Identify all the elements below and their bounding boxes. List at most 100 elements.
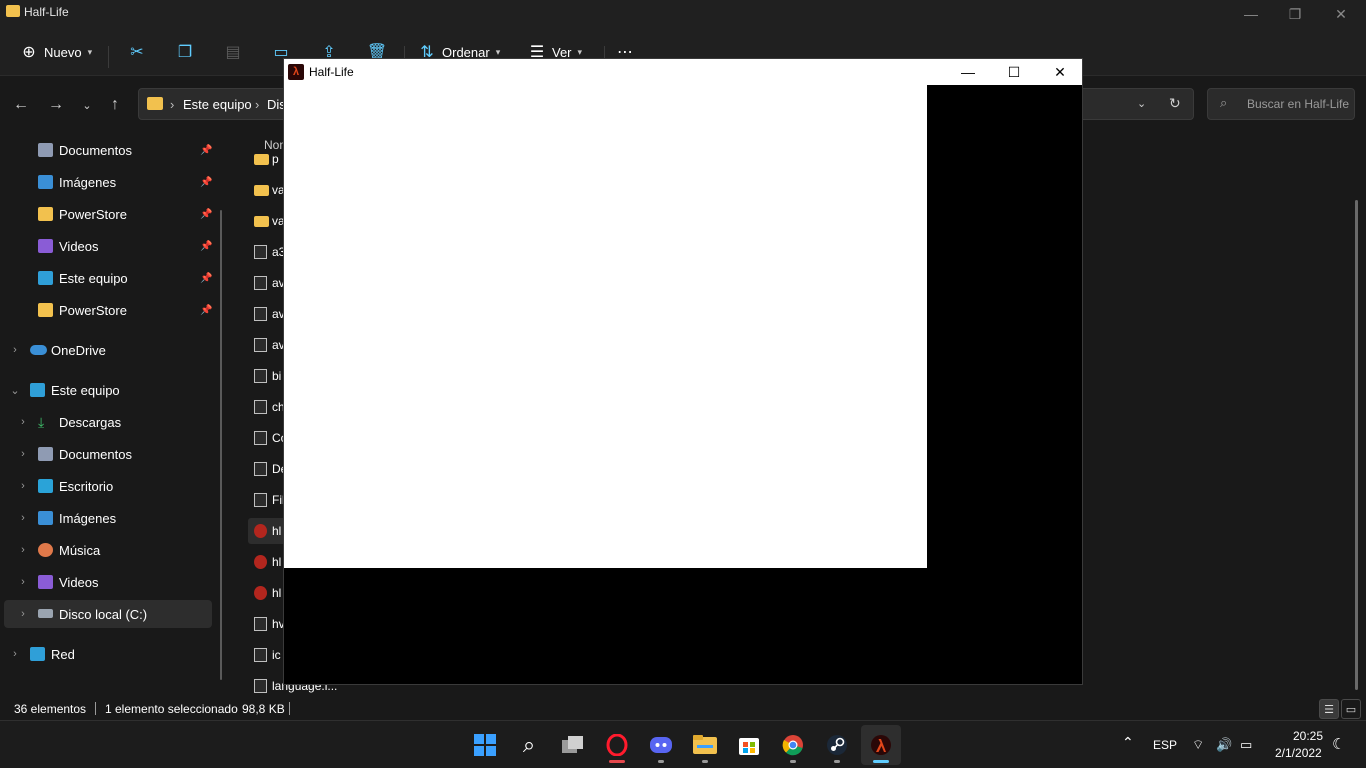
sidebar-item-escritorio[interactable]: › Escritorio [4,472,212,500]
pin-icon[interactable]: 📌 [200,145,212,156]
steam-icon[interactable] [817,725,857,765]
search-placeholder: Buscar en Half-Life [1247,97,1350,111]
separator [289,702,290,715]
search-icon[interactable]: ⌕ [509,725,549,765]
file-list-scrollbar[interactable] [1355,200,1358,690]
sidebar-item-documentos-pc[interactable]: › Documentos [4,440,212,468]
sidebar-item-red[interactable]: › Red [4,640,212,668]
discord-icon[interactable] [641,725,681,765]
chevron-right-icon[interactable]: › [16,576,30,588]
paste-button[interactable]: ▤ [224,38,242,66]
sidebar-item-este-equipo[interactable]: Este equipo 📌 [4,264,212,292]
minimize-button[interactable]: — [1228,0,1274,28]
sidebar-item-this-pc[interactable]: ⌄ Este equipo [4,376,212,404]
sidebar-item-label: OneDrive [51,342,106,358]
chevron-right-icon[interactable]: › [16,480,30,492]
file-name: hl [272,586,282,600]
pin-icon[interactable]: 📌 [200,273,212,284]
search-icon: ⌕ [1220,95,1228,110]
documents-icon [38,447,53,461]
chevron-down-icon: ▾ [87,46,93,57]
task-view-icon[interactable] [553,725,593,765]
file-name: bi [272,369,282,383]
language-indicator[interactable]: ESP [1153,738,1177,752]
chrome-icon[interactable] [773,725,813,765]
game-minimize-button[interactable]: — [945,59,991,85]
chevron-right-icon[interactable]: › [16,544,30,556]
new-label: Nuevo [44,44,82,60]
search-box[interactable]: ⌕ Buscar en Half-Life [1207,88,1355,120]
documents-icon [38,143,53,157]
sidebar-item-imagenes-pc[interactable]: › Imágenes [4,504,212,532]
file-name: p [272,152,279,166]
half-life-titlebar[interactable]: λ Half-Life — ☐ ✕ [284,59,1082,85]
pin-icon[interactable]: 📌 [200,177,212,188]
pin-icon[interactable]: 📌 [200,209,212,220]
half-life-icon: λ [288,64,304,80]
battery-icon[interactable]: ▭ [1240,737,1252,753]
restore-button[interactable]: ❐ [1272,0,1318,28]
volume-icon[interactable]: 🔊 [1216,737,1232,753]
recent-locations-button[interactable]: ⌄ [74,92,100,118]
sidebar-item-imagenes[interactable]: Imágenes 📌 [4,168,212,196]
copy-icon: ❐ [177,44,193,61]
start-icon[interactable] [465,725,505,765]
file-name: hl [272,555,282,569]
close-button[interactable]: ✕ [1318,0,1364,28]
half-life-window[interactable]: λ Half-Life — ☐ ✕ [283,58,1083,685]
chevron-right-icon[interactable]: › [8,344,22,356]
game-maximize-button[interactable]: ☐ [991,59,1037,85]
running-indicator [702,760,708,763]
sidebar-scrollbar[interactable] [220,210,222,680]
sidebar-item-descargas[interactable]: › ⤓ Descargas [4,408,212,436]
pin-icon[interactable]: 📌 [200,305,212,316]
sidebar-item-label: Música [59,542,101,558]
half-life-icon[interactable] [861,725,901,765]
running-indicator [609,760,625,763]
chevron-up-icon[interactable]: ⌃ [1122,734,1134,751]
sidebar-item-musica[interactable]: › Música [4,536,212,564]
new-button[interactable]: ⊕ Nuevo ▾ [20,38,92,66]
chevron-right-icon[interactable]: › [16,512,30,524]
folder-icon [6,5,20,17]
chevron-right-icon[interactable]: › [16,416,30,428]
forward-button[interactable]: → [43,92,69,118]
details-view-button[interactable]: ☰ [1319,699,1339,719]
game-viewport[interactable] [284,85,927,568]
microsoft-store-icon[interactable] [729,725,769,765]
file-icon [254,493,267,507]
clock-date[interactable]: 2/1/2022 [1275,746,1322,760]
chevron-right-icon[interactable]: › [16,448,30,460]
folder-icon [254,154,269,165]
chevron-right-icon[interactable]: › [8,648,22,660]
opera-icon[interactable] [597,725,637,765]
back-button[interactable]: ← [8,92,34,118]
clock-time[interactable]: 20:25 [1293,729,1323,743]
chevron-down-icon[interactable]: ⌄ [8,384,22,397]
cut-button[interactable]: ✂ [128,38,146,66]
copy-button[interactable]: ❐ [176,38,194,66]
refresh-icon[interactable]: ↻ [1169,95,1181,112]
sidebar-item-documentos[interactable]: Documentos 📌 [4,136,212,164]
wifi-icon[interactable]: ⌔ [1192,737,1204,753]
file-explorer-icon[interactable] [685,725,725,765]
sidebar-item-powerstore-2[interactable]: PowerStore 📌 [4,296,212,324]
moon-icon[interactable]: ☾ [1332,735,1345,753]
pin-icon[interactable]: 📌 [200,241,212,252]
chevron-right-icon[interactable]: › [16,608,30,620]
file-icon [254,245,267,259]
sidebar-item-powerstore[interactable]: PowerStore 📌 [4,200,212,228]
downloads-icon: ⤓ [38,414,45,430]
sidebar-item-videos[interactable]: Videos 📌 [4,232,212,260]
sidebar-item-label: Descargas [59,414,122,430]
tiles-view-button[interactable]: ▭ [1341,699,1361,719]
breadcrumb-this-pc[interactable]: Este equipo [183,97,252,112]
sidebar-item-label: PowerStore [59,302,127,318]
sidebar-item-videos-pc[interactable]: › Videos [4,568,212,596]
address-dropdown-icon[interactable]: ⌄ [1137,97,1146,110]
sidebar-item-onedrive[interactable]: › OneDrive [4,336,212,364]
sidebar-item-local-disk[interactable]: › Disco local (C:) [4,600,212,628]
up-button[interactable]: ↑ [102,92,128,118]
separator [108,46,109,68]
game-close-button[interactable]: ✕ [1037,59,1083,85]
